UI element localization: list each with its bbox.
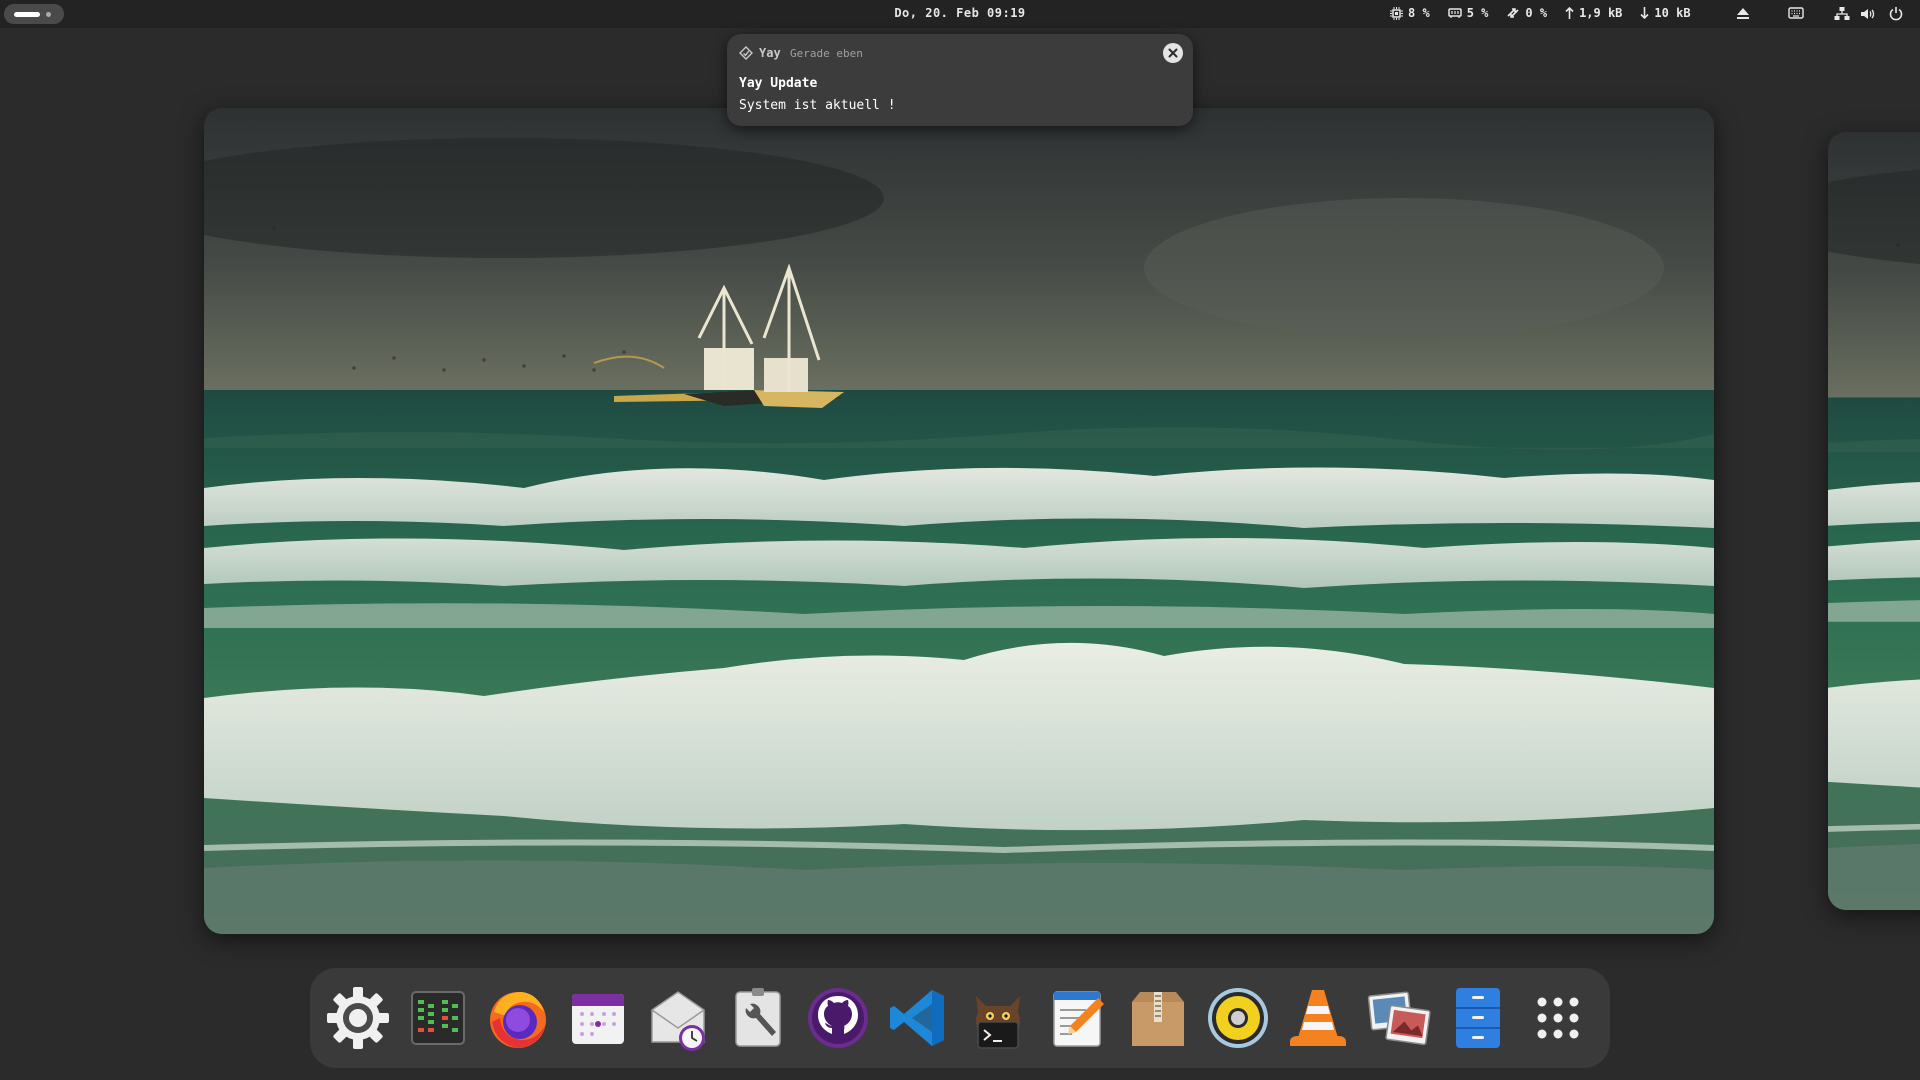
dock-item-system-tools[interactable] <box>722 982 794 1054</box>
dock-item-settings[interactable] <box>322 982 394 1054</box>
dock-item-audio-player[interactable] <box>1202 982 1274 1054</box>
workspace-indicator-active <box>14 12 40 17</box>
notification-app-name: Yay <box>759 46 781 60</box>
memory-icon <box>1447 8 1462 18</box>
notification-time: Gerade eben <box>790 47 863 60</box>
keyboard-icon[interactable] <box>1788 6 1804 20</box>
firefox-icon <box>490 992 546 1048</box>
vlc-cone-icon <box>1290 990 1346 1046</box>
text-editor-icon <box>1053 991 1104 1047</box>
clock[interactable]: Do, 20. Feb 09:19 <box>894 6 1025 20</box>
top-bar: Do, 20. Feb 09:19 8 % 5 % 0 % 1,9 kB 10 … <box>0 0 1920 28</box>
dock-item-archive-manager[interactable] <box>1122 982 1194 1054</box>
settings-gear-icon <box>327 987 389 1049</box>
wallpaper-image <box>204 108 1714 934</box>
download-stat: 10 kB <box>1640 6 1691 20</box>
close-icon <box>1168 48 1178 58</box>
power-icon[interactable] <box>1888 6 1904 22</box>
memory-stat: 5 % <box>1447 6 1489 20</box>
workspace-thumbnail-next[interactable] <box>1828 132 1920 910</box>
vscode-icon <box>890 990 944 1046</box>
system-monitor-icon <box>411 991 465 1045</box>
wrench-icon <box>735 988 781 1047</box>
dock-item-vlc[interactable] <box>1282 982 1354 1054</box>
speaker-icon <box>1208 988 1268 1048</box>
swap-icon <box>1507 8 1519 18</box>
dock-item-mail-scheduler[interactable] <box>642 982 714 1054</box>
dock-item-app-grid[interactable] <box>1522 982 1594 1054</box>
dock <box>310 968 1610 1068</box>
download-value: 10 kB <box>1654 6 1691 20</box>
app-grid-icon <box>1537 997 1579 1039</box>
arrow-up-icon <box>1565 7 1574 19</box>
upload-stat: 1,9 kB <box>1565 6 1622 20</box>
mail-clock-icon <box>651 991 705 1051</box>
archive-box-icon <box>1132 992 1184 1046</box>
notification-title: Yay Update <box>739 76 818 91</box>
activities-button[interactable] <box>4 4 64 24</box>
network-icon[interactable] <box>1834 6 1850 22</box>
file-cabinet-icon <box>1456 988 1500 1048</box>
dock-item-terminal[interactable] <box>962 982 1034 1054</box>
wallpaper-image-partial <box>1828 132 1920 910</box>
workspace-indicator <box>46 12 51 17</box>
upload-value: 1,9 kB <box>1579 6 1623 20</box>
memory-value: 5 % <box>1466 6 1489 20</box>
dock-item-calendar[interactable] <box>562 982 634 1054</box>
notification-banner[interactable]: Yay Gerade eben Yay Update System ist ak… <box>727 34 1193 126</box>
system-stats[interactable]: 8 % 5 % 0 % 1,9 kB 10 kB <box>1390 6 1691 20</box>
arrow-down-icon <box>1640 7 1649 19</box>
dock-item-image-viewer[interactable] <box>1362 982 1434 1054</box>
cpu-stat: 8 % <box>1390 6 1430 20</box>
terminal-icon <box>976 996 1020 1049</box>
notification-close-button[interactable] <box>1163 43 1183 63</box>
swap-stat: 0 % <box>1506 6 1547 20</box>
swap-value: 0 % <box>1525 6 1548 20</box>
dock-item-file-manager[interactable] <box>1442 982 1514 1054</box>
cpu-value: 8 % <box>1408 6 1430 20</box>
dock-item-github[interactable] <box>802 982 874 1054</box>
github-icon <box>808 988 868 1048</box>
dock-item-system-monitor[interactable] <box>402 982 474 1054</box>
image-viewer-icon <box>1367 991 1431 1046</box>
volume-icon[interactable] <box>1860 6 1876 22</box>
workspace-thumbnail-current[interactable] <box>204 108 1714 934</box>
cpu-icon <box>1390 6 1403 20</box>
calendar-icon <box>572 994 624 1044</box>
notification-body: System ist aktuell ! <box>739 98 896 113</box>
yay-icon <box>739 46 753 60</box>
dock-item-firefox[interactable] <box>482 982 554 1054</box>
eject-icon[interactable] <box>1736 5 1750 21</box>
dock-item-vscode[interactable] <box>882 982 954 1054</box>
dock-item-text-editor[interactable] <box>1042 982 1114 1054</box>
